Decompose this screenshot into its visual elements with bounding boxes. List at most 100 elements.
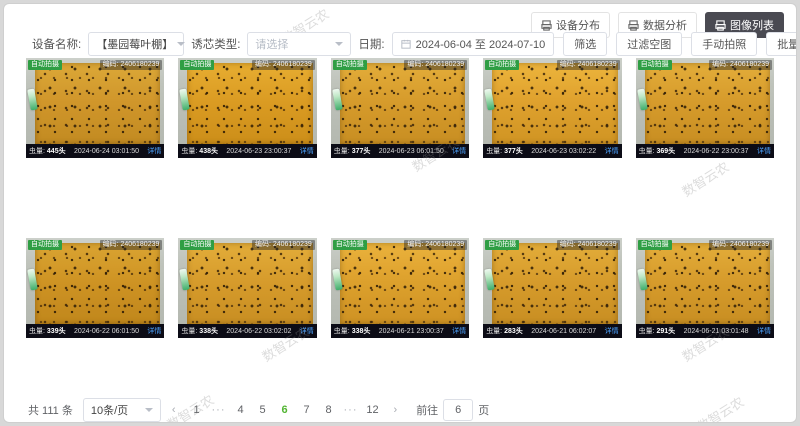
sticky-board [492, 63, 617, 144]
insect-count-value: 377头 [352, 148, 371, 155]
manual-capture-button[interactable]: 手动拍照 [691, 32, 757, 56]
trap-image-card[interactable]: 自动拍摄 编码: 2406180239 虫量: 377头 2024-06-23 … [331, 58, 469, 158]
trap-image-card[interactable]: 自动拍摄 编码: 2406180239 虫量: 291头 2024-06-21 … [636, 238, 774, 338]
insect-count-label: 虫量: [639, 328, 655, 335]
filter-empty-button[interactable]: 过滤空图 [616, 32, 682, 56]
trap-image-card[interactable]: 自动拍摄 编码: 2406180239 虫量: 445头 2024-06-24 … [26, 58, 164, 158]
device-code-badge: 编码: 2406180239 [404, 60, 467, 70]
insect-count-value: 338头 [352, 328, 371, 335]
insect-count-value: 338头 [199, 328, 218, 335]
trap-image-card[interactable]: 自动拍摄 编码: 2406180239 虫量: 338头 2024-06-21 … [331, 238, 469, 338]
trap-photo[interactable]: 自动拍摄 编码: 2406180239 [178, 238, 316, 324]
detail-link[interactable]: 详情 [757, 326, 771, 336]
trap-image-card[interactable]: 自动拍摄 编码: 2406180239 虫量: 438头 2024-06-23 … [178, 58, 316, 158]
insect-count-value: 283头 [504, 328, 523, 335]
device-code-badge: 编码: 2406180239 [557, 240, 620, 250]
page-number[interactable]: 1 [187, 401, 207, 419]
trap-photo[interactable]: 自动拍摄 编码: 2406180239 [331, 58, 469, 144]
page-number[interactable]: 8 [319, 401, 339, 419]
detail-link[interactable]: 详情 [452, 146, 466, 156]
date-range-input[interactable]: 2024-06-04 至 2024-07-10 [392, 32, 555, 56]
device-select[interactable]: 【墨园莓叶棚】 [88, 32, 184, 56]
capture-time: 2024-06-22 03:02:02 [226, 328, 291, 335]
sticky-board [340, 243, 465, 324]
page-size-value: 10条/页 [91, 402, 128, 418]
auto-capture-badge: 自动拍摄 [180, 60, 214, 70]
trap-photo[interactable]: 自动拍摄 编码: 2406180239 [636, 238, 774, 324]
detail-link[interactable]: 详情 [300, 146, 314, 156]
jump-page-input[interactable] [443, 399, 473, 421]
card-caption: 虫量: 338头 2024-06-21 23:00:37 详情 [331, 324, 469, 338]
page-size-select[interactable]: 10条/页 [83, 398, 161, 422]
insect-count: 虫量: 338头 [334, 326, 371, 336]
page-number[interactable]: 4 [231, 401, 251, 419]
trap-image-card[interactable]: 自动拍摄 编码: 2406180239 虫量: 339头 2024-06-22 … [26, 238, 164, 338]
detail-link[interactable]: 详情 [147, 326, 161, 336]
page-number[interactable]: ··· [341, 401, 361, 419]
detail-link[interactable]: 详情 [605, 326, 619, 336]
total-count: 共 111 条 [28, 402, 73, 418]
filter-button[interactable]: 筛选 [563, 32, 607, 56]
sticky-board [35, 63, 160, 144]
view-button-label: 图像列表 [730, 17, 774, 33]
card-caption: 虫量: 338头 2024-06-22 03:02:02 详情 [178, 324, 316, 338]
card-caption: 虫量: 377头 2024-06-23 03:02:22 详情 [483, 144, 621, 158]
sticky-board [645, 243, 770, 324]
trap-image-card[interactable]: 自动拍摄 编码: 2406180239 虫量: 377头 2024-06-23 … [483, 58, 621, 158]
insect-count-label: 虫量: [334, 328, 350, 335]
insect-count-label: 虫量: [639, 148, 655, 155]
page-jump: 前往 页 [416, 399, 489, 421]
trap-photo[interactable]: 自动拍摄 编码: 2406180239 [331, 238, 469, 324]
trap-image-card[interactable]: 自动拍摄 编码: 2406180239 虫量: 338头 2024-06-22 … [178, 238, 316, 338]
device-code-badge: 编码: 2406180239 [100, 240, 163, 250]
insect-count-value: 438头 [199, 148, 218, 155]
insect-count-value: 369头 [657, 148, 676, 155]
trap-photo[interactable]: 自动拍摄 编码: 2406180239 [483, 58, 621, 144]
lure-select[interactable]: 请选择 [247, 32, 351, 56]
detail-link[interactable]: 详情 [452, 326, 466, 336]
detail-link[interactable]: 详情 [757, 146, 771, 156]
detail-link[interactable]: 详情 [300, 326, 314, 336]
trap-photo[interactable]: 自动拍摄 编码: 2406180239 [636, 58, 774, 144]
chevron-down-icon [177, 42, 185, 46]
auto-capture-badge: 自动拍摄 [333, 240, 367, 250]
page-number[interactable]: 7 [297, 401, 317, 419]
device-code-badge: 编码: 2406180239 [404, 240, 467, 250]
trap-photo[interactable]: 自动拍摄 编码: 2406180239 [483, 238, 621, 324]
page-number[interactable]: ··· [209, 401, 229, 419]
detail-link[interactable]: 详情 [605, 146, 619, 156]
insect-count: 虫量: 445头 [29, 146, 66, 156]
card-caption: 虫量: 291头 2024-06-21 03:01:48 详情 [636, 324, 774, 338]
insect-count-label: 虫量: [486, 148, 502, 155]
insect-count: 虫量: 438头 [181, 146, 218, 156]
page-number[interactable]: 5 [253, 401, 273, 419]
trap-photo[interactable]: 自动拍摄 编码: 2406180239 [178, 58, 316, 144]
pagination: 共 111 条 10条/页 ‹ 1 ··· 4 5 6 7 8 ··· [28, 398, 796, 422]
trap-image-card[interactable]: 自动拍摄 编码: 2406180239 虫量: 369头 2024-06-22 … [636, 58, 774, 158]
sticky-board [35, 243, 160, 324]
device-code-badge: 编码: 2406180239 [557, 60, 620, 70]
capture-time: 2024-06-22 06:01:50 [74, 328, 139, 335]
calendar-icon [401, 39, 411, 49]
detail-link[interactable]: 详情 [147, 146, 161, 156]
trap-image-card[interactable]: 自动拍摄 编码: 2406180239 虫量: 283头 2024-06-21 … [483, 238, 621, 338]
jump-prefix-label: 前往 [416, 402, 438, 418]
auto-capture-badge: 自动拍摄 [638, 240, 672, 250]
sticky-board [645, 63, 770, 144]
trap-photo[interactable]: 自动拍摄 编码: 2406180239 [26, 238, 164, 324]
capture-time: 2024-06-23 23:00:37 [226, 148, 291, 155]
card-caption: 虫量: 283头 2024-06-21 06:02:07 详情 [483, 324, 621, 338]
auto-capture-badge: 自动拍摄 [485, 60, 519, 70]
card-caption: 虫量: 438头 2024-06-23 23:00:37 详情 [178, 144, 316, 158]
page-number[interactable]: 12 [363, 401, 383, 419]
page-number[interactable]: 6 [275, 401, 295, 419]
header: 设备分布 数据分析 图像列表 设备名称: 【墨园莓叶棚】 诱芯类型: 请选择 日 [4, 4, 796, 56]
card-caption: 虫量: 377头 2024-06-23 06:01:50 详情 [331, 144, 469, 158]
batch-recognize-button[interactable]: 批量识别 [766, 32, 797, 56]
sticky-board [340, 63, 465, 144]
prev-page-button[interactable]: ‹ [167, 404, 181, 416]
sticky-board [187, 243, 312, 324]
trap-photo[interactable]: 自动拍摄 编码: 2406180239 [26, 58, 164, 144]
device-name-label: 设备名称: [32, 36, 81, 52]
next-page-button[interactable]: › [389, 404, 403, 416]
